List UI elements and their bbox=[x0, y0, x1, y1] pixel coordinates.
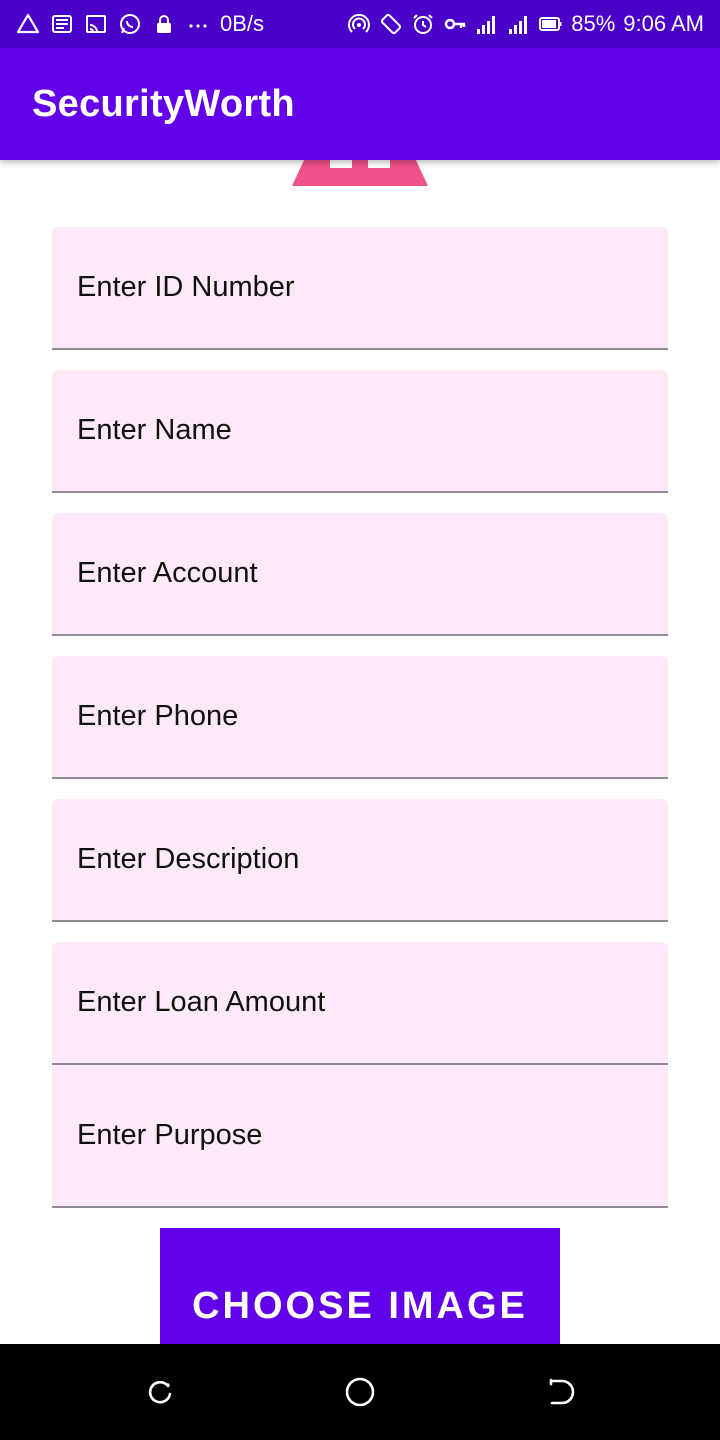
back-icon[interactable] bbox=[542, 1374, 578, 1410]
signal-r-icon bbox=[507, 12, 531, 36]
cast-icon bbox=[84, 12, 108, 36]
status-right-icons: 85% 9:06 AM bbox=[347, 11, 704, 37]
app-bar: SecurityWorth bbox=[0, 48, 720, 160]
account-field[interactable]: Enter Account bbox=[52, 513, 668, 636]
rotate-icon bbox=[379, 12, 403, 36]
purpose-field[interactable]: Enter Purpose bbox=[52, 1065, 668, 1208]
warning-icon bbox=[16, 12, 40, 36]
more-icon bbox=[186, 12, 210, 36]
battery-percent: 85% bbox=[571, 11, 616, 36]
vpn-key-icon bbox=[443, 12, 467, 36]
name-placeholder: Enter Name bbox=[77, 414, 232, 446]
purpose-placeholder: Enter Purpose bbox=[77, 1119, 263, 1151]
navigation-bar bbox=[0, 1344, 720, 1440]
form-content[interactable]: Enter ID Number Enter Name Enter Account… bbox=[0, 160, 720, 1344]
app-title: SecurityWorth bbox=[32, 82, 295, 125]
loan-amount-field[interactable]: Enter Loan Amount bbox=[52, 942, 668, 1065]
phone-placeholder: Enter Phone bbox=[77, 700, 239, 732]
name-field[interactable]: Enter Name bbox=[52, 370, 668, 493]
choose-image-button[interactable]: Choose Image bbox=[160, 1228, 560, 1344]
loan-amount-placeholder: Enter Loan Amount bbox=[77, 986, 326, 1018]
lock-icon bbox=[152, 12, 176, 36]
id-number-field[interactable]: Enter ID Number bbox=[52, 227, 668, 350]
phone-field[interactable]: Enter Phone bbox=[52, 656, 668, 779]
network-speed: 0B/s bbox=[220, 11, 265, 36]
recents-icon[interactable] bbox=[142, 1374, 178, 1410]
news-icon bbox=[50, 12, 74, 36]
id-number-placeholder: Enter ID Number bbox=[77, 271, 295, 303]
status-bar: 0B/s 85% 9:06 AM bbox=[0, 0, 720, 48]
signal-h-plus-icon bbox=[475, 12, 499, 36]
alarm-icon bbox=[411, 12, 435, 36]
logo-image bbox=[292, 160, 428, 186]
status-left-icons: 0B/s bbox=[16, 11, 264, 37]
battery-icon bbox=[539, 12, 563, 36]
clock: 9:06 AM bbox=[623, 11, 704, 36]
home-icon[interactable] bbox=[342, 1374, 378, 1410]
description-field[interactable]: Enter Description bbox=[52, 799, 668, 922]
whatsapp-icon bbox=[118, 12, 142, 36]
hotspot-icon bbox=[347, 12, 371, 36]
description-placeholder: Enter Description bbox=[77, 843, 300, 875]
account-placeholder: Enter Account bbox=[77, 557, 258, 589]
